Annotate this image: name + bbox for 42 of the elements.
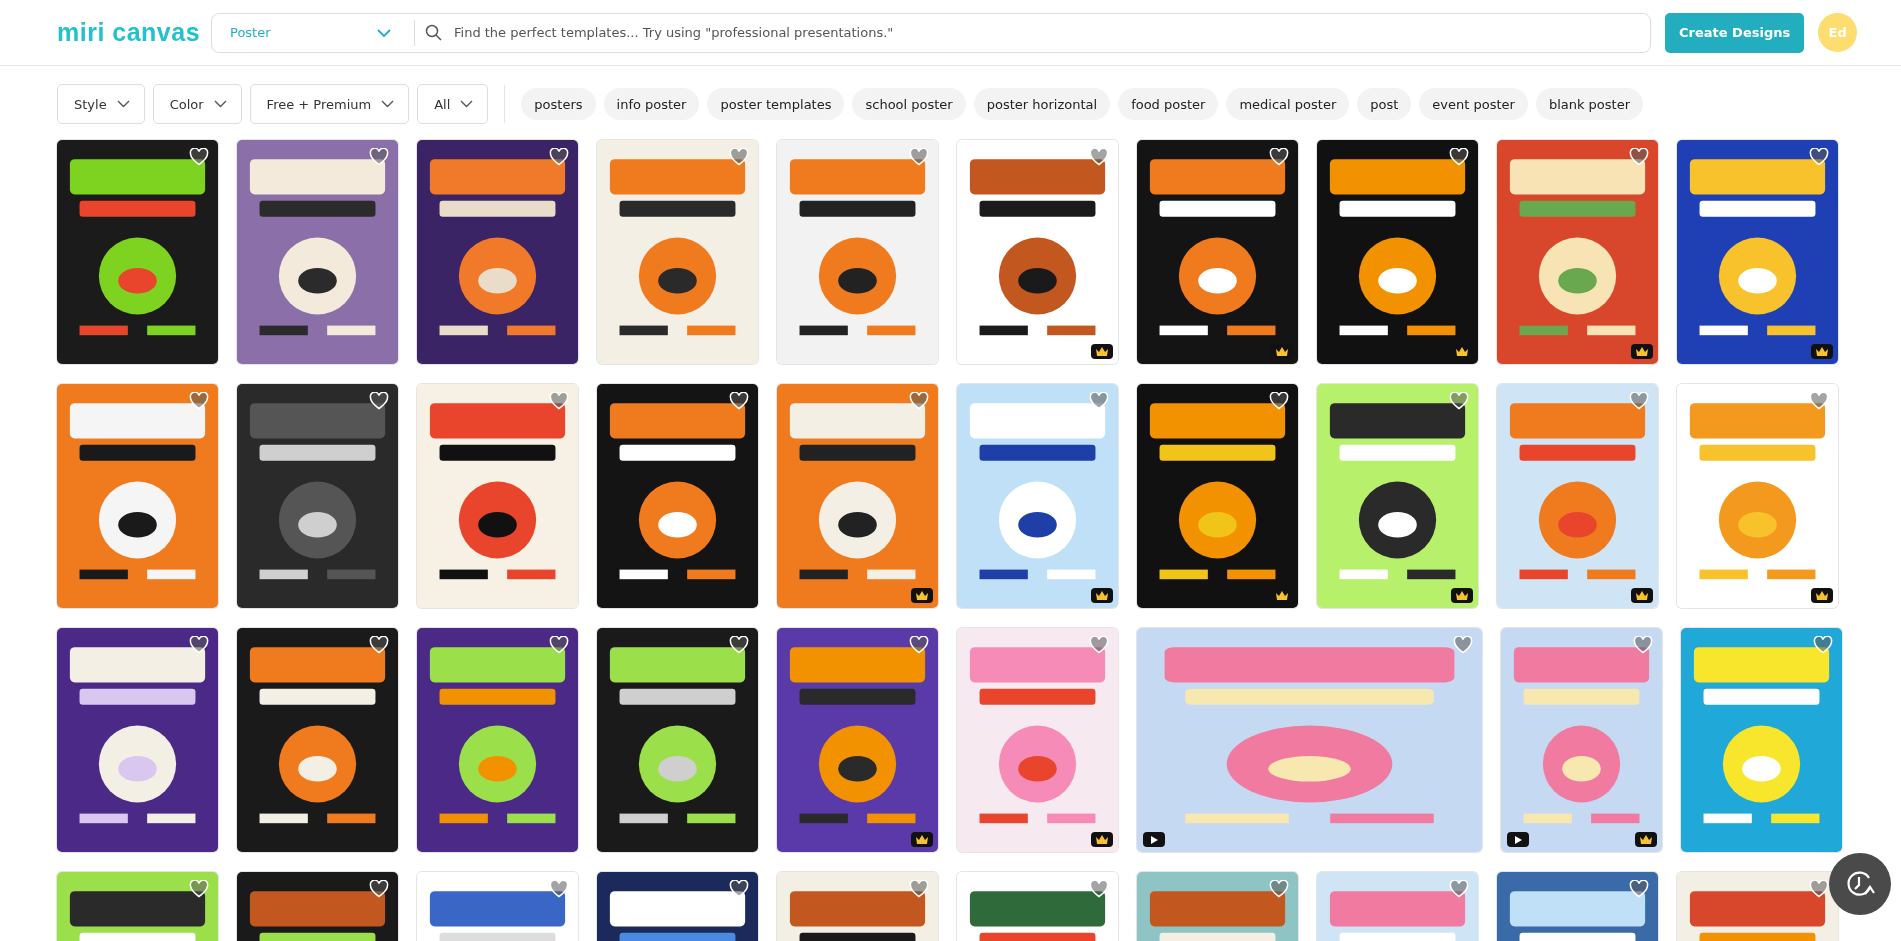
keyword-chip[interactable]: event poster <box>1419 88 1528 120</box>
keyword-chip[interactable]: posters <box>521 88 596 120</box>
filter-dropdown[interactable]: Style <box>57 84 145 124</box>
chevron-down-icon <box>460 100 474 108</box>
heart-icon[interactable] <box>1809 148 1829 166</box>
keyword-chip[interactable]: school poster <box>852 88 966 120</box>
filter-dropdown[interactable]: Color <box>152 84 242 124</box>
heart-icon[interactable] <box>729 392 749 410</box>
heart-icon[interactable] <box>189 880 209 898</box>
heart-icon[interactable] <box>729 880 749 898</box>
keyword-chip[interactable]: post <box>1357 88 1412 120</box>
heart-icon[interactable] <box>1089 880 1109 898</box>
heart-icon[interactable] <box>549 880 569 898</box>
keyword-chip[interactable]: blank poster <box>1535 88 1644 120</box>
heart-icon[interactable] <box>549 636 569 654</box>
keyword-chip[interactable]: poster horizontal <box>973 88 1111 120</box>
heart-icon[interactable] <box>729 636 749 654</box>
heart-icon[interactable] <box>1629 880 1649 898</box>
heart-icon[interactable] <box>189 636 209 654</box>
heart-icon[interactable] <box>1449 392 1469 410</box>
chevron-down-icon <box>376 27 392 38</box>
heart-icon[interactable] <box>369 392 389 410</box>
heart-icon[interactable] <box>1809 880 1829 898</box>
keyword-chip[interactable]: medical poster <box>1226 88 1350 120</box>
heart-icon[interactable] <box>189 148 209 166</box>
heart-icon[interactable] <box>369 636 389 654</box>
keyword-chip[interactable]: info poster <box>603 88 700 120</box>
filter-dropdown[interactable]: Free + Premium <box>249 84 410 124</box>
heart-icon[interactable] <box>369 880 389 898</box>
chevron-down-icon <box>116 100 130 108</box>
filter-dropdown[interactable]: All <box>417 84 489 124</box>
heart-icon[interactable] <box>1269 392 1289 410</box>
heart-icon[interactable] <box>1269 148 1289 166</box>
heart-icon[interactable] <box>1449 148 1469 166</box>
chevron-down-icon <box>381 100 395 108</box>
chevron-down-icon <box>213 100 227 108</box>
heart-icon[interactable] <box>909 636 929 654</box>
search-icon <box>425 24 442 41</box>
keyword-chip[interactable]: poster templates <box>707 88 845 120</box>
keyword-chip[interactable]: food poster <box>1118 88 1219 120</box>
heart-icon[interactable] <box>1629 148 1649 166</box>
heart-icon[interactable] <box>549 148 569 166</box>
